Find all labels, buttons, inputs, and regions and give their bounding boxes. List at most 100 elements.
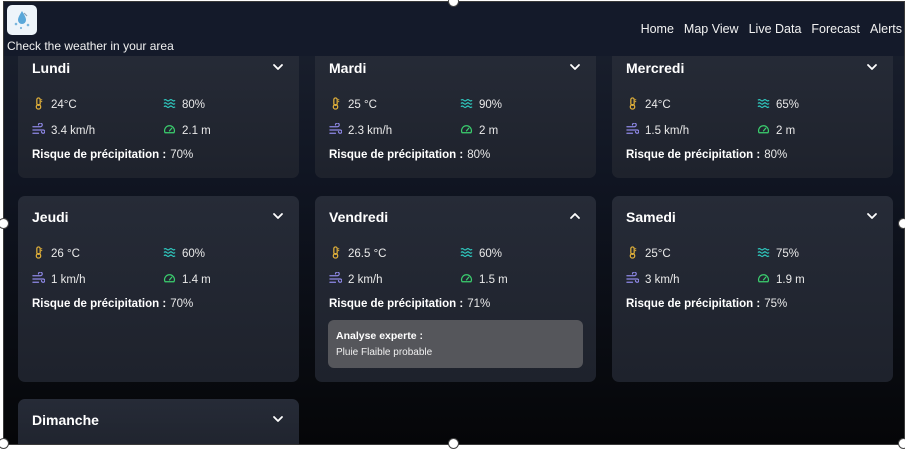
wind-value: 1.5 km/h <box>645 125 690 137</box>
day-card-3[interactable]: Mercredi 24°C 65% 1.5 km/h 2 m Risque de… <box>612 47 893 178</box>
chevron-down-icon[interactable] <box>865 209 879 223</box>
temperature: 25 °C <box>329 97 377 113</box>
wind-value: 2 km/h <box>348 274 383 286</box>
precipitation-risk-label: Risque de précipitation : <box>32 298 167 310</box>
temperature-value: 26 °C <box>51 248 80 260</box>
wind-icon <box>329 271 343 288</box>
wind: 2.3 km/h <box>329 122 393 139</box>
temperature-value: 25°C <box>645 248 671 260</box>
visibility: 1.5 m <box>460 272 508 288</box>
visibility-value: 2.1 m <box>182 125 211 137</box>
precipitation-risk: Risque de précipitation :70% <box>32 298 193 310</box>
weather-logo-icon <box>14 11 30 30</box>
humidity-value: 80% <box>182 99 206 111</box>
visibility-value: 2 m <box>776 125 796 137</box>
day-card-5[interactable]: Vendredi 26.5 °C 60% 2 km/h 1.5 m Risque… <box>315 196 596 382</box>
wind-value: 1 km/h <box>51 274 86 286</box>
day-card-2[interactable]: Mardi 25 °C 90% 2.3 km/h 2 m Risque de p… <box>315 47 596 178</box>
humidity-value: 60% <box>182 248 206 260</box>
thermometer-icon <box>329 246 342 262</box>
precipitation-risk-label: Risque de précipitation : <box>32 149 167 161</box>
precipitation-risk-label: Risque de précipitation : <box>329 149 464 161</box>
day-card-6[interactable]: Samedi 25°C 75% 3 km/h 1.9 m Risque de p… <box>612 196 893 382</box>
precipitation-risk: Risque de précipitation :80% <box>329 149 490 161</box>
thermometer-icon <box>32 97 45 113</box>
precipitation-risk-value: 80% <box>467 149 491 161</box>
humidity-value: 75% <box>776 248 800 260</box>
humidity: 60% <box>460 246 502 262</box>
wind: 1.5 km/h <box>626 122 690 139</box>
resize-handle-bm[interactable] <box>448 438 459 449</box>
precipitation-risk: Risque de précipitation :75% <box>626 298 787 310</box>
gauge-icon <box>163 272 176 288</box>
nav-alerts[interactable]: Alerts <box>870 22 902 36</box>
nav-map-view[interactable]: Map View <box>684 22 739 36</box>
thermometer-icon <box>32 246 45 262</box>
humidity: 80% <box>163 97 205 113</box>
humidity-value: 90% <box>479 99 503 111</box>
resize-handle-br[interactable] <box>898 438 905 449</box>
humidity-value: 60% <box>479 248 503 260</box>
wind: 2 km/h <box>329 271 383 288</box>
temperature: 24°C <box>626 97 671 113</box>
precipitation-risk-value: 70% <box>170 298 194 310</box>
nav-home[interactable]: Home <box>641 22 674 36</box>
waves-icon <box>163 246 176 262</box>
temperature: 25°C <box>626 246 671 262</box>
resize-handle-mr[interactable] <box>898 218 905 229</box>
temperature: 26 °C <box>32 246 80 262</box>
chevron-down-icon[interactable] <box>271 60 285 74</box>
precipitation-risk-label: Risque de précipitation : <box>329 298 464 310</box>
precipitation-risk-value: 80% <box>764 149 788 161</box>
humidity: 90% <box>460 97 502 113</box>
day-name: Mardi <box>329 60 367 76</box>
day-card-7[interactable]: Dimanche <box>18 399 299 444</box>
precipitation-risk: Risque de précipitation :70% <box>32 149 193 161</box>
visibility-value: 1.9 m <box>776 274 805 286</box>
precipitation-risk-label: Risque de précipitation : <box>626 298 761 310</box>
day-name: Mercredi <box>626 60 685 76</box>
day-name: Vendredi <box>329 209 389 225</box>
day-card-4[interactable]: Jeudi 26 °C 60% 1 km/h 1.4 m Risque de p… <box>18 196 299 382</box>
visibility-value: 1.4 m <box>182 274 211 286</box>
temperature: 24°C <box>32 97 77 113</box>
humidity: 75% <box>757 246 799 262</box>
temperature-value: 25 °C <box>348 99 377 111</box>
chevron-down-icon[interactable] <box>271 412 285 426</box>
thermometer-icon <box>329 97 342 113</box>
waves-icon <box>460 97 473 113</box>
humidity: 60% <box>163 246 205 262</box>
gauge-icon <box>460 272 473 288</box>
day-name: Lundi <box>32 60 71 76</box>
expert-analysis-title: Analyse experte : <box>336 330 423 342</box>
wind: 3.4 km/h <box>32 122 96 139</box>
day-card-1[interactable]: Lundi 24°C 80% 3.4 km/h 2.1 m Risque de … <box>18 47 299 178</box>
chevron-down-icon[interactable] <box>271 209 285 223</box>
waves-icon <box>757 97 770 113</box>
main-nav: Home Map View Live Data Forecast Alerts <box>641 22 902 36</box>
humidity: 65% <box>757 97 799 113</box>
temperature-value: 26.5 °C <box>348 248 387 260</box>
visibility-value: 1.5 m <box>479 274 508 286</box>
wind-value: 2.3 km/h <box>348 125 393 137</box>
resize-handle-bl[interactable] <box>0 438 9 449</box>
waves-icon <box>460 246 473 262</box>
nav-live-data[interactable]: Live Data <box>749 22 802 36</box>
app-logo[interactable] <box>7 5 37 35</box>
expert-analysis-panel: Analyse experte : Pluie Flaible probable <box>328 320 583 368</box>
visibility: 2.1 m <box>163 123 211 139</box>
wind-icon <box>626 122 640 139</box>
chevron-down-icon[interactable] <box>568 60 582 74</box>
wind-icon <box>32 122 46 139</box>
precipitation-risk: Risque de précipitation :80% <box>626 149 787 161</box>
wind-icon <box>32 271 46 288</box>
chevron-down-icon[interactable] <box>865 60 879 74</box>
temperature: 26.5 °C <box>329 246 386 262</box>
chevron-up-icon[interactable] <box>568 209 582 223</box>
nav-forecast[interactable]: Forecast <box>811 22 860 36</box>
visibility-value: 2 m <box>479 125 499 137</box>
temperature-value: 24°C <box>645 99 671 111</box>
day-name: Dimanche <box>32 412 99 428</box>
wind-value: 3.4 km/h <box>51 125 96 137</box>
wind: 3 km/h <box>626 271 680 288</box>
